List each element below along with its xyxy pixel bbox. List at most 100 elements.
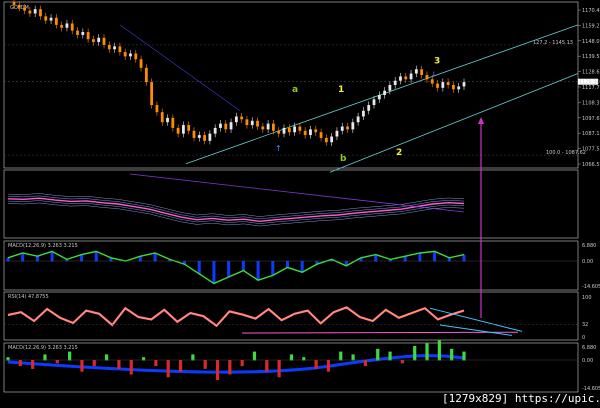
candle-body	[441, 82, 445, 88]
candle-body	[176, 127, 180, 134]
candle-body	[404, 76, 408, 80]
candle-body	[351, 122, 355, 130]
candle-body	[187, 125, 191, 131]
candle-body	[166, 117, 169, 123]
candle-body	[393, 80, 397, 85]
candle-body	[208, 133, 212, 141]
macd-histogram-bar	[351, 354, 355, 361]
macd-histogram-bar	[326, 360, 331, 372]
price-tick-label: 1117.77	[582, 85, 600, 91]
candle-body	[388, 85, 392, 91]
macd-histogram-bar	[55, 360, 59, 364]
macd-histogram-bar	[21, 253, 25, 262]
macd-histogram-bar	[178, 360, 183, 372]
candle-body	[414, 69, 418, 74]
macd-histogram-bar	[104, 354, 109, 361]
candle-body	[192, 130, 196, 138]
candle-body	[462, 82, 466, 87]
macd-histogram-bar	[80, 360, 84, 372]
macd-histogram-bar	[240, 360, 244, 367]
candle-body	[409, 73, 413, 80]
candle-body	[266, 123, 270, 130]
macd-histogram-bar	[277, 360, 281, 378]
candle-body	[60, 24, 64, 28]
candle-body	[356, 116, 360, 123]
candle-body	[113, 46, 116, 50]
candle-body	[118, 46, 122, 53]
price-tick-label: 1097.67	[582, 116, 600, 122]
candle-body	[324, 137, 328, 143]
macd-histogram-bar	[50, 251, 54, 262]
candle-body	[144, 67, 148, 83]
candle-body	[182, 125, 185, 134]
macd-histogram-bar	[400, 360, 404, 364]
rsi-panel-title: RSI(14) 47.8755	[8, 294, 49, 300]
candle-body	[97, 37, 101, 43]
macd-histogram-bar	[212, 261, 216, 284]
candle-body	[102, 37, 106, 45]
candle-body	[287, 127, 291, 133]
candle-body	[420, 69, 424, 75]
macd-histogram-bar	[43, 354, 47, 361]
arrow-up-icon: ↑	[275, 144, 282, 153]
candle-body	[39, 9, 42, 17]
price-readout-label: 1120.30	[579, 80, 600, 86]
macd-histogram-bar	[450, 348, 454, 361]
wave-label: 2	[396, 148, 402, 158]
price-tick-label: 1148.07	[582, 39, 600, 45]
wave-label: 1	[338, 85, 344, 95]
candle-body	[107, 44, 111, 50]
candle-body	[446, 82, 450, 85]
macd-histogram-bar	[166, 360, 170, 378]
fib-label: 100.0 - 1087.62	[546, 150, 586, 156]
candle-body	[203, 135, 206, 141]
macd-histogram-bar	[241, 261, 245, 272]
candle-body	[70, 23, 74, 31]
macd-histogram-bar	[265, 360, 269, 372]
candle-body	[81, 32, 85, 35]
macd2-tick-label: 0.00	[582, 358, 593, 364]
candle-body	[314, 129, 318, 133]
macd-histogram-bar	[425, 343, 429, 361]
price-tick-label: 1108.37	[582, 100, 600, 106]
candle-body	[272, 123, 275, 131]
macd-histogram-bar	[376, 348, 380, 361]
candle-body	[383, 90, 386, 96]
price-tick-label: 1170.47	[582, 8, 600, 14]
candle-body	[65, 23, 69, 28]
macd-histogram-bar	[462, 351, 466, 361]
rsi-tick-label: 0	[582, 335, 585, 341]
candle-body	[256, 120, 259, 127]
macd-histogram-bar	[363, 360, 368, 367]
panel-frame	[3, 169, 579, 239]
candle-body	[49, 17, 53, 21]
candle-body	[436, 83, 439, 88]
candle-body	[139, 59, 143, 68]
candle-body	[335, 130, 339, 137]
candle-body	[234, 116, 238, 123]
panel-frame	[3, 240, 579, 291]
macd-tick-label: -14.605	[582, 284, 600, 290]
wave-label: a	[292, 85, 298, 95]
candle-body	[240, 116, 244, 120]
rsi-tick-label: 32	[582, 322, 588, 328]
macd-histogram-bar	[462, 254, 466, 262]
candle-body	[224, 123, 228, 130]
candle-body	[23, 7, 26, 11]
macd-histogram-bar	[68, 351, 72, 361]
candle-body	[277, 130, 281, 134]
candle-body	[219, 123, 222, 128]
wave-label: 3	[434, 57, 440, 67]
candle-body	[346, 126, 349, 130]
macd-histogram-bar	[153, 253, 157, 262]
macd2-tick-label: 6.880	[582, 345, 596, 351]
macd-histogram-bar	[418, 253, 422, 262]
candle-body	[44, 16, 48, 21]
macd-histogram-bar	[388, 351, 392, 361]
candle-body	[150, 82, 154, 106]
candle-body	[340, 126, 344, 131]
candle-body	[293, 126, 296, 133]
macd-histogram-bar	[92, 360, 96, 367]
candle-body	[197, 135, 201, 138]
macd-histogram-bar	[129, 360, 133, 375]
